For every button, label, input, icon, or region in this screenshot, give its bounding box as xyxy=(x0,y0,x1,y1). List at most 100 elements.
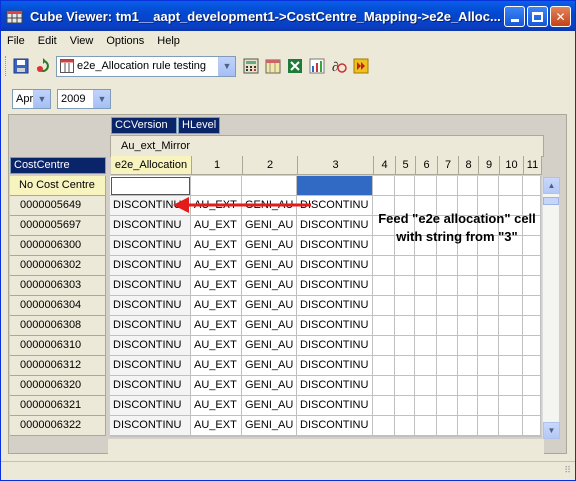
grid-cell[interactable] xyxy=(478,256,499,276)
grid-cell[interactable] xyxy=(499,296,523,316)
resize-grip-icon[interactable]: ⠿ xyxy=(564,465,571,476)
grid-cell[interactable] xyxy=(523,176,541,196)
view-selector[interactable]: e2e_Allocation rule testing ▼ xyxy=(56,55,236,77)
grid-cell[interactable] xyxy=(395,396,415,416)
row-header[interactable]: 0000006300 xyxy=(10,236,106,256)
grid-cell[interactable]: AU_EXT xyxy=(191,256,242,276)
grid-cell[interactable] xyxy=(373,376,395,396)
grid-cell[interactable]: AU_EXT xyxy=(191,216,242,236)
grid-cell[interactable] xyxy=(395,316,415,336)
grid-cell[interactable] xyxy=(415,356,437,376)
grid-cell[interactable]: GENI_AU xyxy=(242,236,297,256)
grid-cell[interactable] xyxy=(297,176,373,196)
grid-cell[interactable]: AU_EXT xyxy=(191,336,242,356)
grid-cell[interactable] xyxy=(373,416,395,436)
grid-cell[interactable] xyxy=(499,416,523,436)
zero-suppress-icon[interactable]: ∂ xyxy=(330,57,348,75)
grid-cell[interactable] xyxy=(523,416,541,436)
grid-cell[interactable]: DISCONTINU xyxy=(110,276,191,296)
row-header[interactable]: 0000005697 xyxy=(10,216,106,236)
grid-cell[interactable]: AU_EXT xyxy=(191,296,242,316)
grid-cell[interactable] xyxy=(523,336,541,356)
close-button[interactable]: ✕ xyxy=(550,6,571,27)
grid-cell[interactable] xyxy=(437,176,458,196)
grid-cell[interactable]: DISCONTINU xyxy=(110,296,191,316)
menu-options[interactable]: Options xyxy=(106,35,144,47)
grid-cell[interactable] xyxy=(415,176,437,196)
grid-cell[interactable] xyxy=(373,356,395,376)
grid-cell[interactable]: DISCONTINU xyxy=(297,356,373,376)
grid-cell[interactable] xyxy=(373,176,395,196)
grid-cell[interactable] xyxy=(415,276,437,296)
grid-cell[interactable] xyxy=(478,396,499,416)
grid-cell[interactable] xyxy=(373,296,395,316)
save-icon[interactable] xyxy=(12,57,30,75)
grid-cell[interactable] xyxy=(499,376,523,396)
grid-cell[interactable]: AU_EXT xyxy=(191,276,242,296)
grid-cell[interactable]: GENI_AU xyxy=(242,356,297,376)
horizontal-scroll-area[interactable] xyxy=(108,439,544,455)
column-group-header[interactable]: Au_ext_Mirror xyxy=(110,135,544,157)
grid-cell[interactable] xyxy=(499,316,523,336)
chevron-down-icon[interactable]: ▼ xyxy=(218,56,235,76)
grid-cell[interactable] xyxy=(458,376,478,396)
grid-cell[interactable] xyxy=(415,316,437,336)
column-header[interactable]: 7 xyxy=(438,156,459,175)
vertical-scrollbar[interactable]: ▲ ▼ xyxy=(542,177,560,439)
grid-cell[interactable]: GENI_AU xyxy=(242,416,297,436)
grid-cell[interactable] xyxy=(499,256,523,276)
menu-edit[interactable]: Edit xyxy=(38,35,57,47)
grid-cell[interactable]: DISCONTINU xyxy=(110,216,191,236)
forward-icon[interactable] xyxy=(352,57,370,75)
row-header[interactable]: 0000006304 xyxy=(10,296,106,316)
row-header[interactable]: 0000006321 xyxy=(10,396,106,416)
grid-cell[interactable] xyxy=(458,356,478,376)
grid-cell[interactable] xyxy=(478,336,499,356)
grid-cell[interactable] xyxy=(437,336,458,356)
grid-cell[interactable]: DISCONTINU xyxy=(110,356,191,376)
recalculate-icon[interactable] xyxy=(34,57,52,75)
maximize-button[interactable] xyxy=(527,6,548,27)
row-header[interactable]: 0000006320 xyxy=(10,376,106,396)
grid-cell[interactable] xyxy=(415,256,437,276)
grid-cell[interactable]: DISCONTINU xyxy=(110,256,191,276)
grid-cell[interactable] xyxy=(415,416,437,436)
grid-cell[interactable] xyxy=(523,276,541,296)
grid-cell[interactable]: GENI_AU xyxy=(242,376,297,396)
grid-cell[interactable] xyxy=(458,336,478,356)
grid-cell[interactable]: AU_EXT xyxy=(191,316,242,336)
row-header[interactable]: 0000006308 xyxy=(10,316,106,336)
grid-cell[interactable] xyxy=(395,276,415,296)
grid-cell[interactable] xyxy=(373,336,395,356)
grid-cell[interactable]: GENI_AU xyxy=(242,256,297,276)
column-header[interactable]: 1 xyxy=(192,156,243,175)
grid-cell[interactable]: DISCONTINU xyxy=(297,336,373,356)
menu-help[interactable]: Help xyxy=(157,35,180,47)
grid-cell[interactable] xyxy=(395,176,415,196)
column-dimension-ccversion[interactable]: CCVersion xyxy=(111,117,177,134)
grid-cell[interactable] xyxy=(395,376,415,396)
column-header[interactable]: 11 xyxy=(524,156,542,175)
column-header[interactable]: 8 xyxy=(459,156,479,175)
column-header[interactable]: 5 xyxy=(396,156,416,175)
scroll-thumb[interactable] xyxy=(543,197,559,205)
grid-cell[interactable] xyxy=(415,336,437,356)
grid-cell[interactable] xyxy=(523,376,541,396)
grid-cell[interactable]: DISCONTINU xyxy=(110,236,191,256)
grid-cell[interactable] xyxy=(437,416,458,436)
chevron-down-icon[interactable]: ▼ xyxy=(33,90,50,108)
grid-cell[interactable] xyxy=(458,296,478,316)
grid-cell[interactable] xyxy=(478,356,499,376)
grid-cell[interactable]: GENI_AU xyxy=(242,296,297,316)
title-bar[interactable]: Cube Viewer: tm1__aapt_development1->Cos… xyxy=(1,1,575,31)
grid-cell[interactable] xyxy=(437,396,458,416)
grid-cell[interactable] xyxy=(478,276,499,296)
grid-cell[interactable] xyxy=(373,256,395,276)
grid-cell[interactable] xyxy=(395,336,415,356)
grid-cell[interactable]: DISCONTINU xyxy=(297,396,373,416)
grid-cell[interactable] xyxy=(458,276,478,296)
grid-cell[interactable] xyxy=(373,276,395,296)
row-header[interactable]: 0000006302 xyxy=(10,256,106,276)
toolbar-grip[interactable] xyxy=(5,56,8,76)
grid-cell[interactable] xyxy=(478,296,499,316)
